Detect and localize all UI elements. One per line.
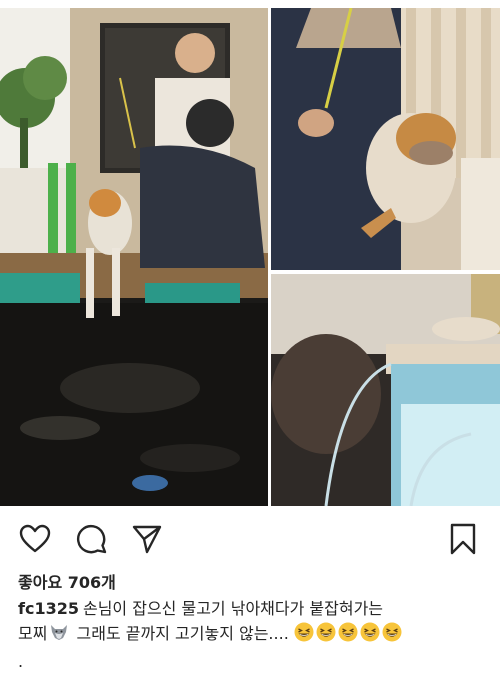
caption-text-1: 손님이 잡으신 물고기 낚아채다가 붙잡혀가는 — [82, 599, 384, 618]
caption-trailing-dot: . — [18, 652, 24, 671]
comment-icon[interactable] — [75, 522, 109, 556]
grinning-squint-face-icon — [316, 622, 336, 642]
likes-count[interactable]: 좋아요 706개 — [18, 569, 116, 593]
post-photo-collage[interactable] — [0, 8, 500, 506]
photo-cat-holding-fish — [271, 8, 500, 270]
caption-text-3: 그래도 끝까지 고기놓지 않는.... — [71, 624, 289, 643]
photo-aquarium — [271, 274, 500, 506]
post-action-bar — [0, 516, 500, 560]
grinning-squint-face-icon — [338, 622, 358, 642]
wolf-emoji-icon — [51, 625, 68, 640]
photo-cat-over-pond — [0, 8, 268, 506]
caption-line-1: fc1325 손님이 잡으신 물고기 낚아채다가 붙잡혀가는 — [18, 596, 488, 621]
share-icon[interactable] — [130, 522, 164, 556]
grinning-squint-face-icon — [360, 622, 380, 642]
caption-username[interactable]: fc1325 — [18, 599, 79, 618]
caption-text-2: 모찌 — [18, 624, 48, 643]
grinning-squint-face-icon — [294, 622, 314, 642]
grinning-squint-face-icon — [382, 622, 402, 642]
instagram-post: 좋아요 706개 fc1325 손님이 잡으신 물고기 낚아채다가 붙잡혀가는 모… — [0, 0, 500, 680]
heart-icon[interactable] — [18, 522, 52, 556]
caption-emoji-group — [294, 622, 404, 643]
caption-line-2: 모찌 그래도 끝까지 고기놓지 않는.... — [18, 621, 488, 646]
post-caption: fc1325 손님이 잡으신 물고기 낚아채다가 붙잡혀가는 모찌 그래도 끝까지… — [18, 596, 488, 646]
bookmark-icon[interactable] — [446, 522, 480, 556]
